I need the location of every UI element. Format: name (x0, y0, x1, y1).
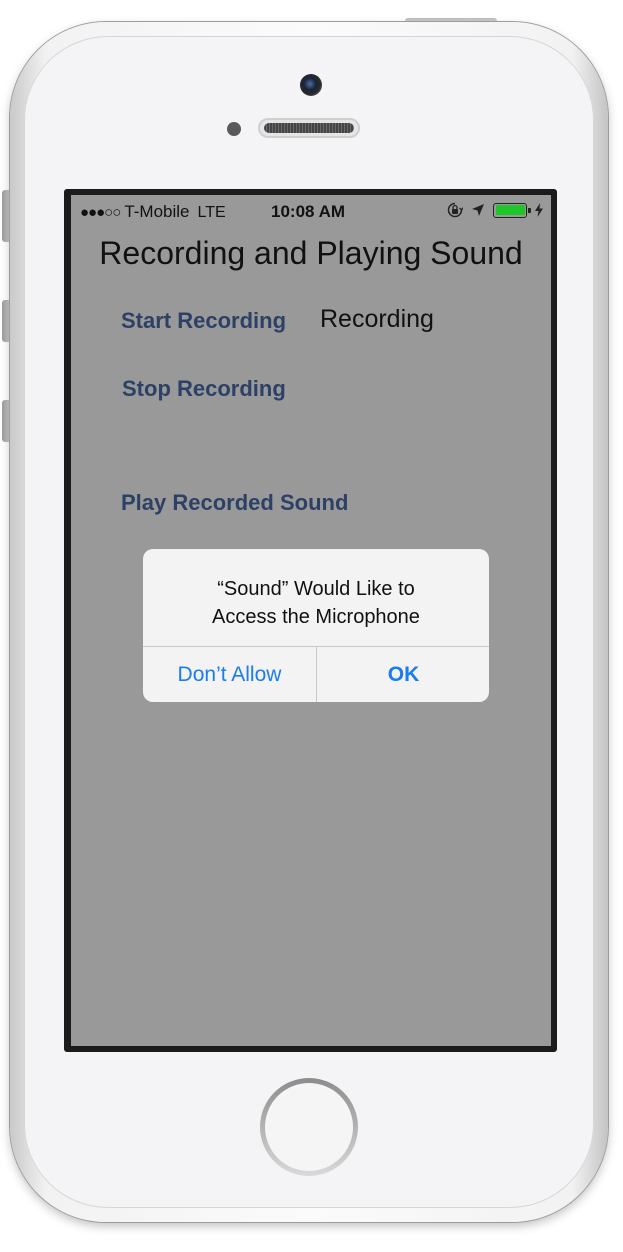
status-left: ●●●○○ T-Mobile LTE (80, 202, 226, 222)
network-type: LTE (197, 204, 226, 221)
status-time: 10:08 AM (271, 202, 346, 221)
home-button-face (265, 1083, 353, 1171)
status-right (447, 202, 543, 218)
carrier-name: T-Mobile (124, 202, 190, 221)
alert-title-line2: Access the Microphone (212, 606, 420, 628)
signal-strength-icon: ●●●○○ (80, 204, 121, 221)
charging-bolt-icon (535, 203, 543, 217)
stop-recording-button[interactable]: Stop Recording (122, 376, 286, 402)
status-bar: ●●●○○ T-Mobile LTE 10:08 AM (71, 195, 551, 229)
battery-level (495, 205, 525, 215)
location-arrow-icon (472, 204, 484, 216)
battery-icon (493, 202, 531, 218)
page-title: Recording and Playing Sound (99, 235, 523, 271)
dont-allow-button[interactable]: Don’t Allow (143, 647, 316, 702)
microphone-permission-alert: “Sound” Would Like to Access the Microph… (143, 549, 489, 702)
earpiece-speaker-icon (258, 118, 360, 138)
play-recorded-sound-button[interactable]: Play Recorded Sound (121, 490, 348, 516)
alert-title: “Sound” Would Like to Access the Microph… (143, 575, 489, 631)
home-button[interactable] (260, 1078, 358, 1176)
proximity-sensor-icon (227, 122, 241, 136)
start-recording-button[interactable]: Start Recording (121, 308, 286, 334)
screen: ●●●○○ T-Mobile LTE 10:08 AM Recording and … (71, 195, 551, 1046)
recording-status-label: Recording (320, 305, 434, 333)
alert-title-line1: “Sound” Would Like to (217, 578, 415, 600)
ok-button[interactable]: OK (317, 647, 489, 702)
rotation-lock-icon (447, 202, 463, 218)
front-camera-icon (300, 74, 322, 96)
